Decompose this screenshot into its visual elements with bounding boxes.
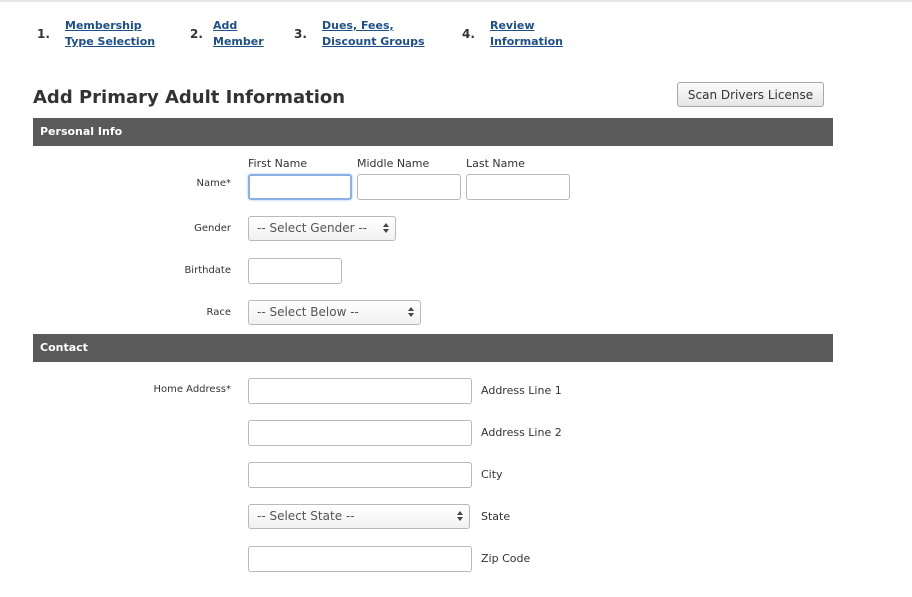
zip-code-hint: Zip Code (481, 552, 531, 565)
step-link-line: Type Selection (65, 35, 156, 48)
middle-name-column-label: Middle Name (357, 157, 430, 170)
birthdate-label: Birthdate (184, 265, 231, 276)
zip-code-input[interactable] (248, 546, 472, 572)
step-link-line: Review (490, 19, 535, 32)
page-title: Add Primary Adult Information (33, 87, 346, 108)
section-header-contact: Contact (33, 334, 833, 362)
address-line2-hint: Address Line 2 (481, 426, 562, 439)
gender-label: Gender (194, 223, 231, 234)
step-number: 3. (294, 27, 307, 41)
step-link-line: Member (213, 35, 264, 48)
step-link-dues-fees[interactable]: Dues, Fees, Discount Groups (322, 18, 425, 50)
gender-select[interactable]: -- Select Gender -- (248, 216, 396, 241)
step-link-line: Add (213, 19, 238, 32)
section-header-personal-info: Personal Info (33, 118, 833, 146)
city-hint: City (481, 468, 503, 481)
select-arrows-icon (383, 221, 389, 235)
step-number: 1. (37, 27, 50, 41)
state-hint: State (481, 510, 511, 523)
step-link-add-member[interactable]: Add Member (213, 18, 264, 50)
last-name-column-label: Last Name (466, 157, 525, 170)
step-link-review[interactable]: Review Information (490, 18, 563, 50)
state-select[interactable]: -- Select State -- (248, 504, 470, 529)
state-select-value: -- Select State -- (257, 509, 355, 523)
scan-drivers-license-button[interactable]: Scan Drivers License (677, 82, 824, 107)
race-select-value: -- Select Below -- (257, 305, 359, 319)
home-address-label: Home Address* (153, 384, 231, 395)
step-link-line: Dues, Fees, (322, 19, 394, 32)
top-divider (0, 0, 912, 2)
select-arrows-icon (457, 509, 463, 523)
last-name-input[interactable] (466, 174, 570, 200)
race-select[interactable]: -- Select Below -- (248, 300, 421, 325)
first-name-column-label: First Name (248, 157, 308, 170)
birthdate-input[interactable] (248, 258, 342, 284)
step-link-line: Information (490, 35, 563, 48)
step-link-line: Membership (65, 19, 142, 32)
step-number: 2. (190, 27, 203, 41)
step-link-membership-type[interactable]: Membership Type Selection (65, 18, 155, 50)
race-label: Race (206, 307, 231, 318)
gender-select-value: -- Select Gender -- (257, 221, 368, 235)
middle-name-input[interactable] (357, 174, 461, 200)
address-line1-input[interactable] (248, 378, 472, 404)
step-number: 4. (462, 27, 475, 41)
address-line2-input[interactable] (248, 420, 472, 446)
step-link-line: Discount Groups (322, 35, 425, 48)
first-name-input[interactable] (248, 174, 352, 200)
address-line1-hint: Address Line 1 (481, 384, 562, 397)
select-arrows-icon (408, 305, 414, 319)
name-label: Name* (196, 178, 231, 189)
city-input[interactable] (248, 462, 472, 488)
